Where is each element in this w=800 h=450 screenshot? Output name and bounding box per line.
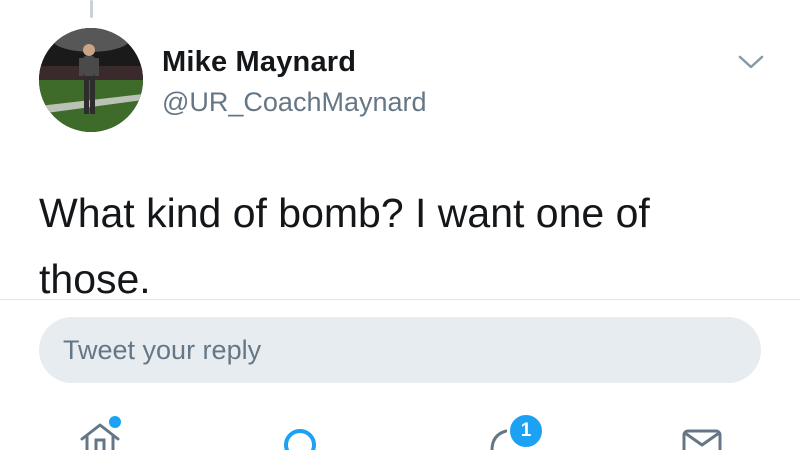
bottom-tab-bar: 1 [0, 395, 800, 450]
reply-input[interactable]: Tweet your reply [39, 317, 761, 383]
home-unread-dot [109, 416, 121, 428]
tweet-text: What kind of bomb? I want one of those. [39, 190, 650, 302]
divider [0, 299, 800, 300]
tab-home[interactable] [76, 395, 124, 450]
notifications-badge: 1 [507, 412, 545, 450]
thread-connector-line [90, 0, 93, 18]
chevron-down-icon[interactable] [736, 50, 766, 74]
search-icon [284, 429, 316, 450]
mail-icon [682, 429, 722, 450]
tab-notifications[interactable]: 1 [478, 395, 548, 450]
tab-messages[interactable] [678, 395, 726, 450]
author-handle[interactable]: @UR_CoachMaynard [162, 87, 427, 118]
reply-placeholder: Tweet your reply [63, 334, 262, 365]
avatar[interactable] [39, 28, 143, 132]
author-display-name[interactable]: Mike Maynard [162, 46, 356, 79]
tab-search[interactable] [276, 395, 324, 450]
